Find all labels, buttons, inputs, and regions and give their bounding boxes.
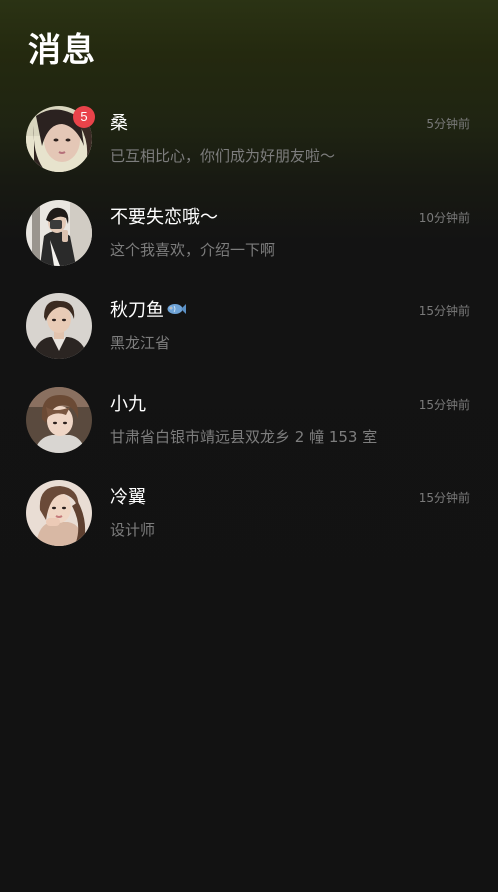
conversation-item-buyao[interactable]: 不要失恋哦～ 10分钟前 这个我喜欢，介绍一下啊 <box>0 194 498 288</box>
contact-name: 桑 <box>110 113 128 134</box>
messages-screen: 消息 5 桑 5分钟前 已互相比心，你们成为好朋友啦～ 不要失恋哦～ 10分钟前… <box>0 0 498 892</box>
contact-name-text: 秋刀鱼 <box>110 300 164 321</box>
unread-count-badge: 5 <box>73 106 95 128</box>
contact-name: 冷翼 <box>110 487 146 508</box>
conversation-item-sang[interactable]: 5 桑 5分钟前 已互相比心，你们成为好朋友啦～ <box>0 100 498 194</box>
conversation-item-lengyi[interactable]: 冷翼 15分钟前 设计师 <box>0 474 498 568</box>
avatar[interactable] <box>26 480 92 546</box>
message-time: 15分钟前 <box>418 304 470 318</box>
conversation-item-xiaojiu[interactable]: 小九 15分钟前 甘肃省白银市靖远县双龙乡 2 幢 153 室 <box>0 381 498 475</box>
conversation-item-qiudaoyu[interactable]: 秋刀鱼 15分钟前 黑龙江省 <box>0 287 498 381</box>
conversation-list: 5 桑 5分钟前 已互相比心，你们成为好朋友啦～ 不要失恋哦～ 10分钟前 这个… <box>0 100 498 568</box>
message-preview: 甘肃省白银市靖远县双龙乡 2 幢 153 室 <box>110 427 378 446</box>
message-preview: 已互相比心，你们成为好朋友啦～ <box>110 147 336 165</box>
contact-name: 秋刀鱼 <box>110 299 186 323</box>
contact-name: 不要失恋哦～ <box>110 206 218 228</box>
message-time: 5分钟前 <box>426 117 470 131</box>
message-preview: 这个我喜欢，介绍一下啊 <box>110 240 276 259</box>
avatar[interactable] <box>26 199 92 266</box>
avatar[interactable] <box>26 386 92 453</box>
message-preview: 黑龙江省 <box>110 334 171 352</box>
fish-icon <box>166 299 186 323</box>
message-time: 15分钟前 <box>418 491 470 505</box>
message-time: 15分钟前 <box>418 397 470 412</box>
message-time: 10分钟前 <box>418 210 470 225</box>
message-preview: 设计师 <box>110 521 156 539</box>
contact-name: 小九 <box>110 393 146 415</box>
page-title: 消息 <box>28 30 96 69</box>
avatar[interactable] <box>26 293 92 359</box>
